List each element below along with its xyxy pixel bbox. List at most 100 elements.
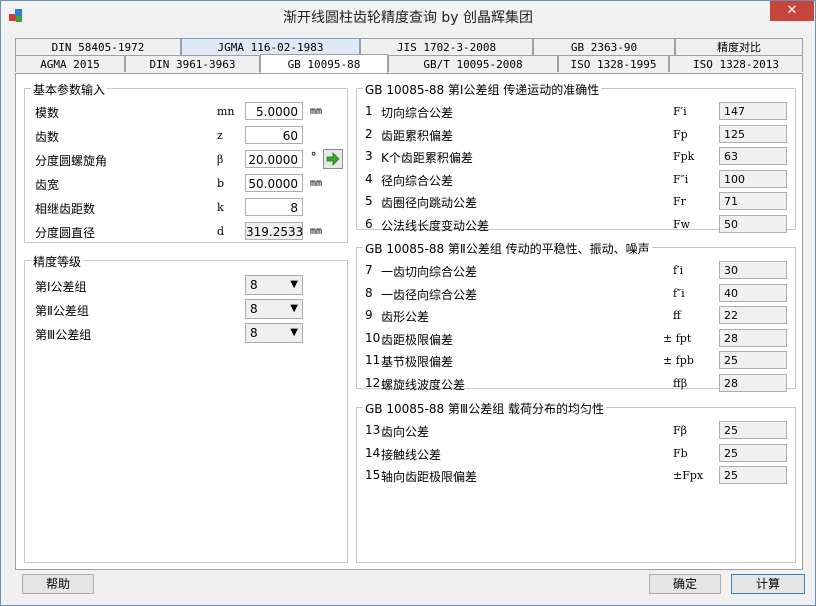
tolerance-group-1-title: GB 10085-88 第Ⅰ公差组 传递运动的准确性 <box>363 81 602 98</box>
tolerance-row-label: 齿距累积偏差 <box>381 128 454 143</box>
param-symbol-module: mn <box>217 105 235 118</box>
tab-iso-1328-1995[interactable]: ISO 1328-1995 <box>558 55 669 72</box>
basic-params-group: 基本参数输入 模数 mn 5.0000 mm 齿数 z 60 分度圆螺旋角 β … <box>24 81 348 243</box>
param-label-teeth: 齿数 <box>35 130 60 144</box>
arrow-right-icon <box>326 152 340 166</box>
tolerance-row-number: 11 <box>365 353 381 367</box>
title-bar: 渐开线圆柱齿轮精度查询 by 创晶辉集团 ✕ <box>1 1 815 31</box>
tolerance-value-field: 30 <box>719 261 787 279</box>
pitch-diameter-output: 319.2533 <box>245 222 303 240</box>
param-label-diameter: 分度圆直径 <box>35 226 96 240</box>
teeth-input[interactable]: 60 <box>245 126 303 144</box>
tab-iso-1328-2013[interactable]: ISO 1328-2013 <box>669 55 803 72</box>
tolerance-row-number: 5 <box>365 194 373 208</box>
param-label-k: 相继齿距数 <box>35 202 96 216</box>
tolerance-row-number: 15 <box>365 468 381 482</box>
tolerance-value-field: 25 <box>719 466 787 484</box>
tolerance-row-label: 螺旋线波度公差 <box>381 377 466 392</box>
tolerance-row-symbol: Fβ <box>673 424 687 437</box>
tolerance-group-3-title: GB 10085-88 第Ⅲ公差组 载荷分布的均匀性 <box>363 400 607 417</box>
tolerance-row-number: 12 <box>365 375 381 390</box>
calculate-button[interactable]: 计算 <box>731 574 805 594</box>
grade-value-3: 8 <box>250 326 258 340</box>
tolerance-value-field: 125 <box>719 124 787 143</box>
tolerance-row-number: 13 <box>365 423 381 437</box>
tolerance-row-number: 14 <box>365 445 381 460</box>
tolerance-value-field: 22 <box>719 306 787 324</box>
tolerance-row-symbol: F″i <box>673 172 689 186</box>
close-button[interactable]: ✕ <box>770 1 814 21</box>
tolerance-group-2: GB 10085-88 第Ⅱ公差组 传动的平稳性、振动、噪声 7 一齿切向综合公差… <box>356 240 796 392</box>
module-input[interactable]: 5.0000 <box>245 102 303 120</box>
tolerance-row-number: 7 <box>365 263 373 277</box>
param-symbol-k: k <box>217 201 224 214</box>
face-width-input[interactable]: 50.0000 <box>245 174 303 192</box>
tolerance-row-symbol: F′i <box>673 105 687 118</box>
grade-label-2: 第Ⅱ公差组 <box>35 304 89 318</box>
grade-value-1: 8 <box>250 278 258 292</box>
tolerance-row-symbol: Fb <box>673 446 688 460</box>
tolerance-row-label: 公法线长度变动公差 <box>381 218 490 233</box>
tab-compare[interactable]: 精度对比 <box>675 38 803 55</box>
tolerance-row-number: 8 <box>365 285 373 300</box>
param-symbol-diameter: d <box>217 225 225 238</box>
tolerance-row-number: 1 <box>365 104 373 118</box>
param-symbol-teeth: z <box>217 129 223 142</box>
chevron-down-icon: ▼ <box>290 327 298 338</box>
tolerance-group-3: GB 10085-88 第Ⅲ公差组 载荷分布的均匀性 13 齿向公差 Fβ 25 14 接… <box>356 400 796 563</box>
grade-select-2[interactable]: 8 ▼ <box>245 299 303 319</box>
tolerance-group-1: GB 10085-88 第Ⅰ公差组 传递运动的准确性 1 切向综合公差 F′i 147… <box>356 81 796 233</box>
tolerance-row-label: 基节极限偏差 <box>381 355 454 369</box>
tab-gb-2363[interactable]: GB 2363-90 <box>533 38 675 55</box>
tolerance-row-symbol: ffβ <box>673 376 688 390</box>
param-label-width: 齿宽 <box>35 178 60 192</box>
tolerance-row-label: 轴向齿距极限偏差 <box>381 470 478 484</box>
tab-gb-10095-88[interactable]: GB 10095-88 <box>260 54 388 73</box>
tab-din-3961[interactable]: DIN 3961-3963 <box>125 55 260 72</box>
help-button[interactable]: 帮助 <box>22 574 94 594</box>
ok-button[interactable]: 确定 <box>649 574 721 594</box>
chevron-down-icon: ▼ <box>290 303 298 314</box>
tolerance-value-field: 40 <box>719 283 787 302</box>
grade-select-3[interactable]: 8 ▼ <box>245 323 303 343</box>
tab-agma-2015[interactable]: AGMA 2015 <box>15 55 125 72</box>
tolerance-row-label: 齿距极限偏差 <box>381 332 454 347</box>
param-label-helix: 分度圆螺旋角 <box>35 154 108 168</box>
tab-jgma-116[interactable]: JGMA 116-02-1983 <box>181 38 360 55</box>
tolerance-row-symbol: f″i <box>673 286 685 300</box>
tab-panel: 基本参数输入 模数 mn 5.0000 mm 齿数 z 60 分度圆螺旋角 β … <box>15 73 803 570</box>
grade-select-1[interactable]: 8 ▼ <box>245 275 303 295</box>
tolerance-value-field: 25 <box>719 443 787 462</box>
param-symbol-width: b <box>217 177 225 190</box>
tab-gbt-10095-2008[interactable]: GB/T 10095-2008 <box>388 55 558 72</box>
convert-button[interactable] <box>323 149 343 169</box>
param-unit-diameter: mm <box>310 226 323 237</box>
tolerance-row-number: 2 <box>365 126 373 141</box>
tolerance-row-label: 一齿径向综合公差 <box>381 287 478 302</box>
helix-angle-input[interactable]: 20.0000 <box>245 150 303 168</box>
tolerance-row-number: 9 <box>365 308 373 322</box>
window-title: 渐开线圆柱齿轮精度查询 by 创晶辉集团 <box>282 10 534 26</box>
tolerance-row-symbol: Fw <box>673 217 691 231</box>
tolerance-row-label: 齿形公差 <box>381 310 430 324</box>
grade-label-3: 第Ⅲ公差组 <box>35 328 92 342</box>
tab-jis-1702[interactable]: JIS 1702-3-2008 <box>360 38 533 55</box>
param-symbol-helix: β <box>217 153 224 166</box>
pitch-count-input[interactable]: 8 <box>245 198 303 216</box>
tolerance-row-label: K个齿距累积偏差 <box>381 151 473 165</box>
tolerance-value-field: 25 <box>719 421 787 439</box>
param-unit-helix: ° <box>310 150 318 164</box>
tolerance-row-label: 径向综合公差 <box>381 173 454 188</box>
tolerance-value-field: 28 <box>719 373 787 392</box>
tolerance-value-field: 71 <box>719 192 787 210</box>
tolerance-row-label: 切向综合公差 <box>381 106 454 120</box>
tolerance-row-symbol: Fpk <box>673 150 695 163</box>
main-window: 渐开线圆柱齿轮精度查询 by 创晶辉集团 ✕ DIN 58405-1972 JG… <box>0 0 816 606</box>
tolerance-row-symbol: f′i <box>673 264 684 277</box>
tolerance-row-number: 4 <box>365 171 373 186</box>
tab-din-58405[interactable]: DIN 58405-1972 <box>15 38 181 55</box>
tolerance-row-symbol: ± fpb <box>663 354 694 367</box>
param-label-module: 模数 <box>35 106 60 120</box>
param-unit-module: mm <box>310 106 323 117</box>
tolerance-group-2-title: GB 10085-88 第Ⅱ公差组 传动的平稳性、振动、噪声 <box>363 240 652 257</box>
